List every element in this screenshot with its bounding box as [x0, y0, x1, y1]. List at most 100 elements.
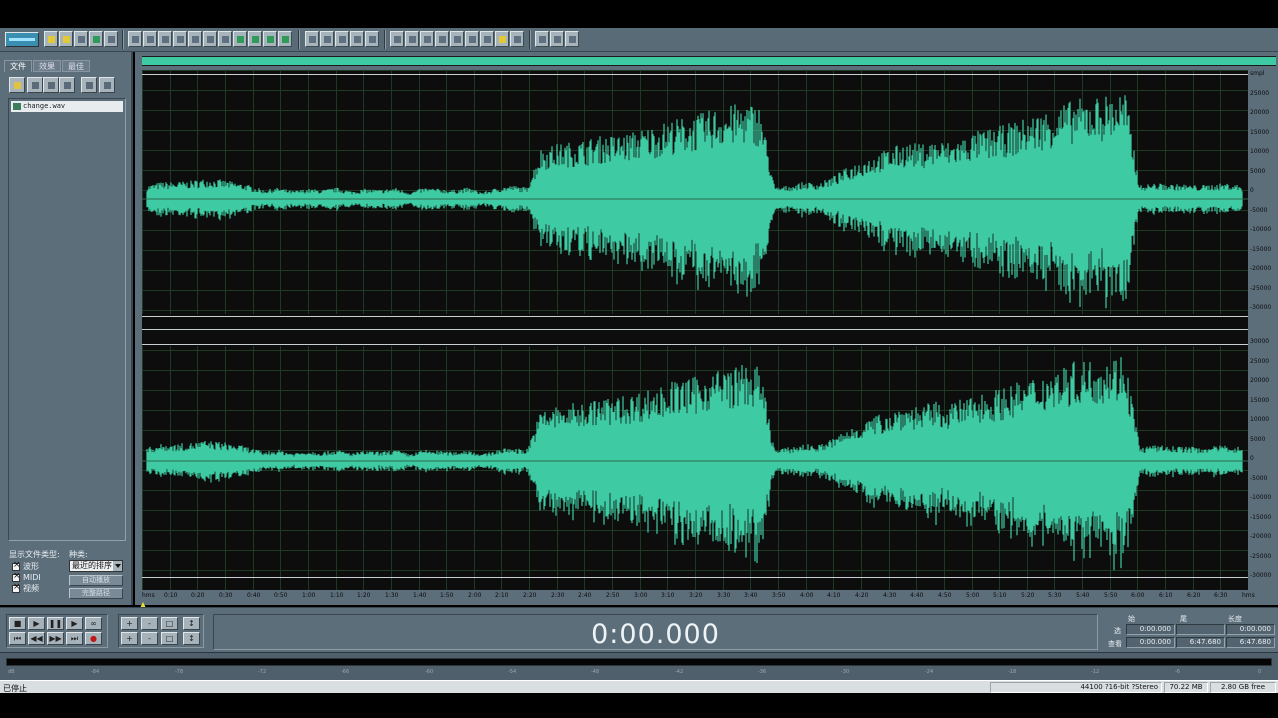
sort-select[interactable]: 最近的排序 [69, 560, 123, 572]
zoom-out-horizontal-icon[interactable]: - [141, 617, 158, 630]
time-tick-label: 2:50 [606, 592, 620, 599]
paste-icon[interactable] [203, 31, 217, 47]
time-tick-label: 1:40 [413, 592, 427, 599]
time-ruler[interactable]: hms 0:10 0:20 0:30 0:40 0:50 1:00 1:10 1:20 1:30 1… [142, 590, 1276, 602]
echo-icon[interactable] [465, 31, 479, 47]
copy-icon[interactable] [188, 31, 202, 47]
cue-icon[interactable] [278, 31, 292, 47]
selection-length-field[interactable]: 0:00.000 [1226, 624, 1275, 635]
time-tick-label: 6:00 [1131, 592, 1145, 599]
zoom-selection-icon[interactable]: □ [161, 632, 178, 645]
edit-icon[interactable] [81, 77, 97, 93]
fade-icon[interactable] [420, 31, 434, 47]
sort-label: 种类: [69, 550, 88, 559]
zoom-full-icon[interactable]: □ [161, 617, 178, 630]
properties-icon[interactable] [104, 31, 118, 47]
time-tick-label: 3:40 [744, 592, 758, 599]
options-icon[interactable] [550, 31, 564, 47]
time-tick-label: 2:20 [523, 592, 537, 599]
save-all-icon[interactable] [89, 31, 103, 47]
redo-icon[interactable] [143, 31, 157, 47]
multitrack-view-button[interactable] [5, 32, 39, 47]
pause-button[interactable]: ❚❚ [47, 617, 64, 630]
play-button[interactable]: ▶ [28, 617, 45, 630]
view-end-field[interactable]: 6:47.680 [1176, 637, 1225, 648]
undo-icon[interactable] [128, 31, 142, 47]
transport-controls: ■ ▶ ❚❚ ▶ ∞ ⏮ ◀◀ ▶▶ ⏭ ● [6, 614, 108, 648]
cut-icon[interactable] [173, 31, 187, 47]
help-question-icon[interactable] [99, 77, 115, 93]
new-file-icon[interactable] [44, 31, 58, 47]
record-button[interactable]: ● [85, 632, 102, 645]
time-tick-label: 4:40 [910, 592, 924, 599]
tab-files[interactable]: 文件 [4, 60, 32, 72]
zoom-right-icon[interactable]: - [141, 632, 158, 645]
mix-paste-icon[interactable] [218, 31, 232, 47]
insert-icon[interactable] [59, 77, 75, 93]
file-name: change.wav [23, 102, 66, 110]
scale-label: 20000 [1250, 377, 1270, 384]
full-path-button[interactable]: 完整路径 [69, 588, 123, 599]
statistics-icon[interactable] [365, 31, 379, 47]
view-length-field[interactable]: 6:47.680 [1226, 637, 1275, 648]
file-item[interactable]: change.wav [11, 101, 123, 112]
scale-label: -10000 [1250, 226, 1272, 233]
spectral-view-icon[interactable] [305, 31, 319, 47]
view-begin-field[interactable]: 0:00.000 [1126, 637, 1175, 648]
scale-label: -30000 [1250, 304, 1272, 311]
selection-begin-field[interactable]: 0:00.000 [1126, 624, 1175, 635]
open-file-icon[interactable] [59, 31, 73, 47]
reverb-icon[interactable] [450, 31, 464, 47]
wave-file-icon [13, 103, 21, 110]
settings-icon[interactable] [535, 31, 549, 47]
import-icon[interactable] [43, 77, 59, 93]
level-tick-label: -36 [758, 669, 767, 675]
normalize-icon[interactable] [510, 31, 524, 47]
noise-reduction-icon[interactable] [390, 31, 404, 47]
chevron-down-icon[interactable] [113, 561, 122, 571]
zoom-in-vertical-icon[interactable]: ↕ [183, 617, 200, 630]
time-tick-label: 4:50 [938, 592, 952, 599]
help-icon[interactable] [565, 31, 579, 47]
phase-analysis-icon[interactable] [350, 31, 364, 47]
tab-effects[interactable]: 效果 [33, 60, 61, 72]
stop-button[interactable]: ■ [9, 617, 26, 630]
rewind-button[interactable]: ◀◀ [28, 632, 45, 645]
snap-icon[interactable] [263, 31, 277, 47]
waveform-display[interactable] [142, 70, 1248, 590]
repeat-icon[interactable] [158, 31, 172, 47]
overview-bar[interactable] [142, 56, 1276, 66]
loop-button[interactable]: ∞ [85, 617, 102, 630]
autoplay-button[interactable]: 自动播放 [69, 575, 123, 586]
frequency-analysis-icon[interactable] [335, 31, 349, 47]
type-video-checkbox[interactable]: 视频 [12, 583, 39, 594]
zoom-out-vertical-icon[interactable]: ↕ [183, 632, 200, 645]
trim-icon[interactable] [233, 31, 247, 47]
level-tick-label: -54 [508, 669, 517, 675]
tab-favorites[interactable]: 最佳 [62, 60, 90, 72]
open-folder-icon[interactable] [9, 77, 25, 93]
scale-label: 15000 [1250, 128, 1270, 136]
time-tick-label: 0:20 [191, 592, 205, 599]
filter-icon[interactable] [480, 31, 494, 47]
zoom-in-horizontal-icon[interactable]: + [121, 617, 138, 630]
fast-forward-button[interactable]: ▶▶ [47, 632, 64, 645]
scale-label: -20000 [1250, 533, 1272, 540]
mark-icon[interactable] [248, 31, 262, 47]
scale-label: -5000 [1250, 206, 1268, 214]
go-to-start-button[interactable]: ⏮ [9, 632, 26, 645]
waveform-canvas[interactable] [142, 70, 1248, 590]
amplify-icon[interactable] [405, 31, 419, 47]
waveform-view-icon[interactable] [320, 31, 334, 47]
go-to-end-button[interactable]: ⏭ [66, 632, 83, 645]
selection-end-field[interactable] [1176, 624, 1225, 635]
play-to-end-button[interactable]: ▶ [66, 617, 83, 630]
close-file-icon[interactable] [27, 77, 43, 93]
level-tick-label: -84 [91, 669, 100, 675]
time-tick-label: 2:00 [468, 592, 482, 599]
zoom-left-icon[interactable]: + [121, 632, 138, 645]
play-effect-icon[interactable] [435, 31, 449, 47]
file-list[interactable]: change.wav [8, 98, 126, 541]
save-icon[interactable] [74, 31, 88, 47]
tone-icon[interactable] [495, 31, 509, 47]
